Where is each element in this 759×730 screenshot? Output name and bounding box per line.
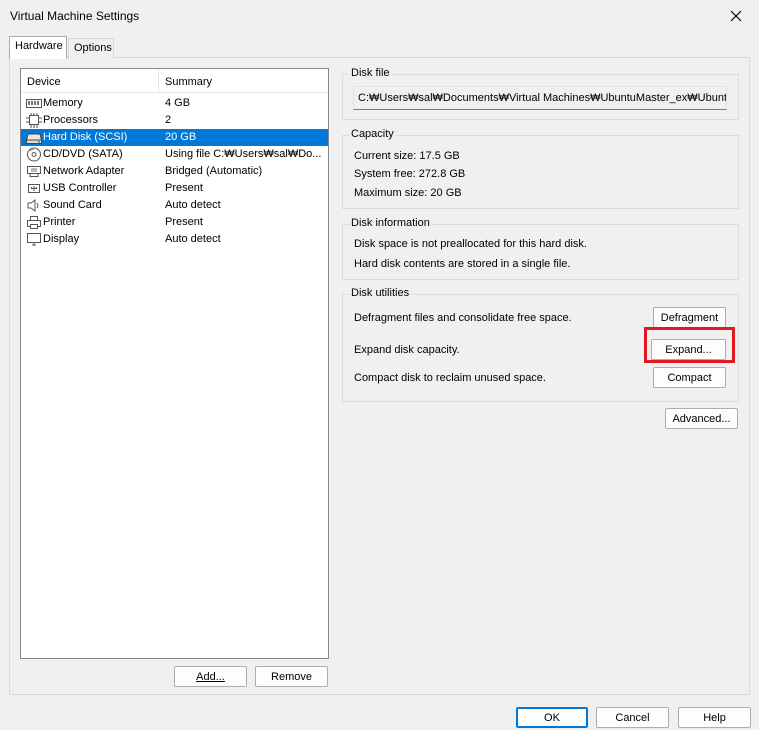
device-row-processors[interactable]: Processors 2 bbox=[21, 112, 328, 129]
disk-information-group: Disk information bbox=[342, 217, 739, 280]
device-name: Memory bbox=[43, 97, 83, 109]
tab-options-label: Options bbox=[74, 42, 112, 54]
cd-dvd-icon bbox=[26, 147, 42, 162]
device-row-hard-disk[interactable]: Hard Disk (SCSI) 20 GB bbox=[21, 129, 328, 146]
title-bar: Virtual Machine Settings bbox=[0, 0, 759, 32]
device-name: Network Adapter bbox=[43, 165, 125, 177]
device-name: CD/DVD (SATA) bbox=[43, 148, 123, 160]
expand-text: Expand disk capacity. bbox=[354, 344, 460, 356]
tab-hardware[interactable]: Hardware bbox=[9, 36, 67, 59]
disk-information-group-label: Disk information bbox=[349, 217, 432, 229]
capacity-group-label: Capacity bbox=[349, 128, 396, 140]
ok-button[interactable]: OK bbox=[516, 707, 588, 728]
device-row-cd-dvd[interactable]: CD/DVD (SATA) Using file C:₩Users₩sal₩Do… bbox=[21, 146, 328, 163]
device-summary: 2 bbox=[165, 114, 172, 126]
cancel-button-label: Cancel bbox=[615, 711, 650, 724]
remove-device-button[interactable]: Remove bbox=[255, 666, 328, 687]
device-row-display[interactable]: Display Auto detect bbox=[21, 231, 328, 248]
usb-icon bbox=[26, 181, 42, 196]
device-summary: Auto detect bbox=[165, 199, 221, 211]
advanced-button[interactable]: Advanced... bbox=[665, 408, 738, 429]
speaker-icon bbox=[26, 198, 42, 213]
disk-file-group-label: Disk file bbox=[349, 67, 392, 79]
add-device-label: Add... bbox=[196, 670, 225, 683]
maximum-size-text: Maximum size: 20 GB bbox=[354, 187, 462, 199]
column-header-device[interactable]: Device bbox=[27, 76, 61, 88]
network-adapter-icon bbox=[26, 164, 42, 179]
compact-text: Compact disk to reclaim unused space. bbox=[354, 372, 546, 384]
close-icon bbox=[730, 10, 742, 22]
compact-button[interactable]: Compact bbox=[653, 367, 726, 388]
column-separator[interactable] bbox=[158, 69, 159, 93]
list-header: Device Summary bbox=[21, 69, 328, 93]
device-name: USB Controller bbox=[43, 182, 117, 194]
memory-icon bbox=[26, 96, 42, 111]
defragment-text: Defragment files and consolidate free sp… bbox=[354, 312, 572, 324]
close-button[interactable] bbox=[713, 0, 759, 32]
disk-utilities-group-label: Disk utilities bbox=[349, 287, 412, 299]
window-title: Virtual Machine Settings bbox=[10, 9, 140, 23]
device-row-printer[interactable]: Printer Present bbox=[21, 214, 328, 231]
device-row-sound-card[interactable]: Sound Card Auto detect bbox=[21, 197, 328, 214]
device-row-memory[interactable]: Memory 4 GB bbox=[21, 95, 328, 112]
expand-button[interactable]: Expand... bbox=[651, 339, 726, 360]
device-summary: 20 GB bbox=[165, 131, 197, 143]
device-summary: Present bbox=[165, 216, 203, 228]
column-header-summary[interactable]: Summary bbox=[165, 76, 212, 88]
processor-icon bbox=[26, 113, 42, 128]
help-button-label: Help bbox=[703, 711, 726, 724]
defragment-button[interactable]: Defragment bbox=[653, 307, 726, 328]
current-size-text: Current size: 17.5 GB bbox=[354, 150, 460, 162]
device-name: Processors bbox=[43, 114, 99, 126]
tab-options[interactable]: Options bbox=[68, 38, 114, 59]
add-device-button[interactable]: Add... bbox=[174, 666, 247, 687]
device-row-usb-controller[interactable]: USB Controller Present bbox=[21, 180, 328, 197]
disk-info-line2: Hard disk contents are stored in a singl… bbox=[354, 258, 571, 270]
device-summary: Bridged (Automatic) bbox=[165, 165, 263, 177]
remove-device-label: Remove bbox=[271, 670, 312, 683]
advanced-button-label: Advanced... bbox=[672, 412, 731, 425]
ok-button-label: OK bbox=[544, 711, 560, 724]
system-free-text: System free: 272.8 GB bbox=[354, 168, 466, 180]
defragment-button-label: Defragment bbox=[660, 311, 719, 324]
hard-disk-icon bbox=[25, 130, 43, 145]
device-summary: 4 GB bbox=[165, 97, 191, 109]
help-button[interactable]: Help bbox=[678, 707, 751, 728]
compact-button-label: Compact bbox=[667, 371, 712, 384]
device-name: Printer bbox=[43, 216, 76, 228]
printer-icon bbox=[26, 215, 42, 230]
disk-file-path: C:₩Users₩sal₩Documents₩Virtual Machines₩… bbox=[358, 92, 727, 104]
device-name: Hard Disk (SCSI) bbox=[43, 131, 128, 143]
cancel-button[interactable]: Cancel bbox=[596, 707, 669, 728]
disk-file-path-field[interactable]: C:₩Users₩sal₩Documents₩Virtual Machines₩… bbox=[353, 86, 727, 110]
device-list[interactable]: Device Summary Memory 4 GB Processors 2 … bbox=[20, 68, 329, 659]
device-summary: Auto detect bbox=[165, 233, 221, 245]
tab-hardware-label: Hardware bbox=[15, 40, 63, 52]
device-name: Display bbox=[43, 233, 80, 245]
monitor-icon bbox=[26, 232, 42, 247]
device-name: Sound Card bbox=[43, 199, 102, 211]
device-summary: Present bbox=[165, 182, 203, 194]
expand-button-label: Expand... bbox=[665, 343, 712, 356]
device-row-network-adapter[interactable]: Network Adapter Bridged (Automatic) bbox=[21, 163, 328, 180]
disk-info-line1: Disk space is not preallocated for this … bbox=[354, 238, 587, 250]
device-summary: Using file C:₩Users₩sal₩Do... bbox=[165, 148, 322, 160]
